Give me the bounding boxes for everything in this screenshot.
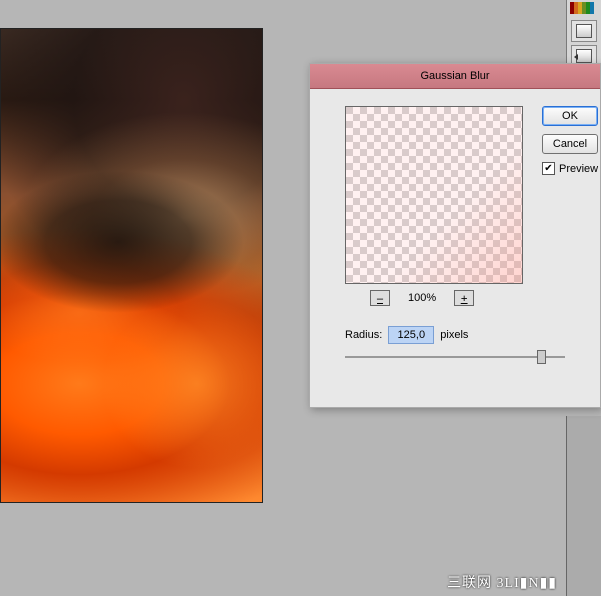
ok-button[interactable]: OK (542, 106, 598, 126)
preview-checkbox[interactable]: ✔ (542, 162, 555, 175)
close-icon[interactable] (580, 64, 600, 89)
dialog-titlebar[interactable]: Gaussian Blur (310, 64, 600, 89)
right-panel-lower (566, 416, 601, 596)
cancel-button[interactable]: Cancel (542, 134, 598, 154)
preview-checkbox-row[interactable]: ✔ Preview (542, 162, 600, 175)
watermark-text: 三联网 3LI▮N▮▮ (447, 572, 557, 592)
dialog-title: Gaussian Blur (420, 70, 489, 82)
gaussian-blur-dialog: Gaussian Blur – 100% + Radius: pixels OK… (309, 63, 601, 408)
radius-unit: pixels (440, 329, 468, 341)
panel-button-adjustments[interactable] (571, 20, 597, 42)
image-content (1, 29, 262, 502)
radius-row: Radius: pixels (345, 326, 468, 344)
filter-preview[interactable] (345, 106, 523, 284)
radius-input[interactable] (388, 326, 434, 344)
radius-label: Radius: (345, 329, 382, 341)
zoom-percent: 100% (408, 292, 436, 304)
slider-thumb[interactable] (537, 350, 546, 364)
slider-track (345, 356, 565, 358)
radius-slider[interactable] (345, 349, 565, 365)
right-panel-strip (566, 0, 601, 70)
document-canvas[interactable] (0, 28, 263, 503)
preview-label: Preview (559, 163, 598, 175)
zoom-out-button[interactable]: – (370, 290, 390, 306)
zoom-controls: – 100% + (370, 290, 474, 306)
dialog-buttons: OK Cancel ✔ Preview (542, 106, 600, 175)
swatches-row[interactable] (570, 2, 598, 14)
zoom-in-button[interactable]: + (454, 290, 474, 306)
